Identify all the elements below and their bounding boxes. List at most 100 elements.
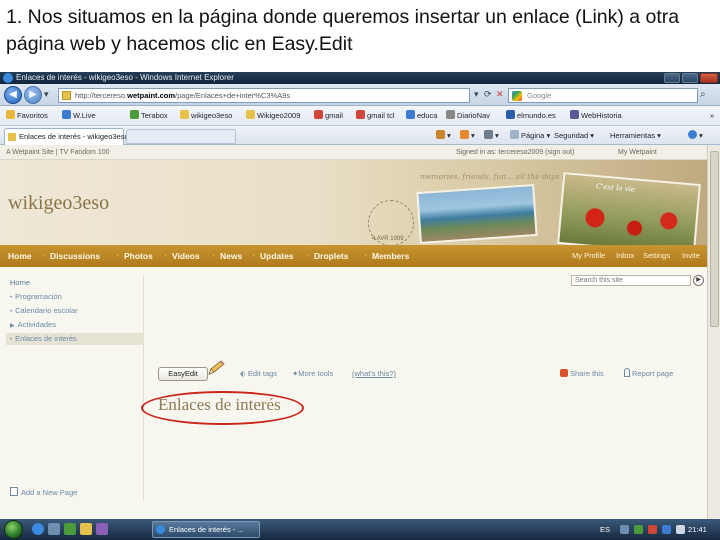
share-this-link[interactable]: Share this <box>560 367 604 381</box>
site-search-input[interactable]: Search this site <box>571 275 691 286</box>
nav-videos[interactable]: Videos <box>172 245 200 267</box>
sidebar-item-home[interactable]: Home <box>10 277 142 289</box>
page-icon <box>62 91 71 100</box>
language-indicator[interactable]: ES <box>600 519 610 540</box>
fav-link[interactable]: elmundo.es <box>506 110 556 122</box>
back-button[interactable]: ◀ <box>4 86 22 104</box>
nav-my-profile[interactable]: My Profile <box>572 245 605 267</box>
window-titlebar: Enlaces de interés - wikigeo3eso - Windo… <box>0 72 720 84</box>
favorites-bar: Favoritos W.Live Terabox wikigeo3eso Wik… <box>0 106 720 126</box>
site-title[interactable]: wikigeo3eso <box>8 192 109 215</box>
annotation-ellipse <box>141 391 304 425</box>
help-button[interactable]: ▾ <box>688 130 703 142</box>
tag-icon: ⬖ <box>240 369 246 378</box>
search-icon[interactable]: ⌕ <box>700 89 706 100</box>
web-search-input[interactable]: Google <box>508 88 698 103</box>
site-search-go-icon[interactable]: ▶ <box>693 275 704 286</box>
whats-this-link[interactable]: (what's this?) <box>352 367 396 381</box>
sidebar-item-programacion[interactable]: • Programación <box>10 291 142 303</box>
screenshot: Enlaces de interés - wikigeo3eso - Windo… <box>0 72 720 540</box>
media-quicklaunch-icon[interactable] <box>96 523 108 535</box>
tools-menu[interactable]: Herramientas ▾ <box>610 130 661 142</box>
show-desktop-icon[interactable] <box>48 523 60 535</box>
site-nav: Home · Discussions · Photos · Videos · N… <box>0 245 707 267</box>
task-label: Enlaces de interés - ... <box>169 525 244 534</box>
tray-icon[interactable] <box>662 525 671 534</box>
report-page-link[interactable]: Report page <box>624 367 673 381</box>
folder-quicklaunch-icon[interactable] <box>80 523 92 535</box>
fav-link[interactable]: WebHistoria <box>570 110 622 122</box>
dropdown-icon[interactable]: ▾ <box>474 89 479 100</box>
nav-invite[interactable]: Invite <box>682 245 700 267</box>
bullet-icon: • <box>10 337 13 343</box>
browser-tab[interactable]: Enlaces de interés - wikigeo3eso <box>4 128 129 145</box>
more-tools-link[interactable]: ✦More tools <box>292 367 333 381</box>
nav-members[interactable]: Members <box>372 245 409 267</box>
page-menu[interactable]: Página ▾ <box>510 130 550 142</box>
feeds-button[interactable]: ▾ <box>460 130 475 142</box>
nav-photos[interactable]: Photos <box>124 245 153 267</box>
nav-news[interactable]: News <box>220 245 242 267</box>
nav-discussions[interactable]: Discussions <box>50 245 100 267</box>
address-toolbar: ◀ ▶ ▾ http://tercereso.wetpaint.com/page… <box>0 84 720 106</box>
sidebar-item-calendario[interactable]: • Calendario escolar <box>10 305 142 317</box>
fav-link[interactable]: Terabox <box>130 110 168 122</box>
easyedit-button[interactable]: EasyEdit <box>158 367 208 381</box>
favorites-button[interactable]: Favoritos <box>6 110 48 122</box>
fav-link[interactable]: DiarioNav <box>446 110 490 122</box>
windows-taskbar: Enlaces de interés - ... ES 21:41 <box>0 519 720 540</box>
scrollbar-thumb[interactable] <box>710 151 719 327</box>
nav-inbox[interactable]: Inbox <box>616 245 634 267</box>
sidebar-item-enlaces[interactable]: • Enlaces de interés <box>6 333 144 345</box>
volume-icon[interactable] <box>676 525 685 534</box>
home-button[interactable]: ▾ <box>436 130 451 142</box>
security-menu[interactable]: Seguridad ▾ <box>554 130 594 142</box>
chevron-right-icon[interactable]: » <box>710 110 714 122</box>
site-search-placeholder: Search this site <box>575 277 623 284</box>
ie-quicklaunch-icon[interactable] <box>32 523 44 535</box>
star-icon <box>6 110 15 119</box>
minimize-button[interactable] <box>664 73 680 83</box>
clock[interactable]: 21:41 <box>688 519 707 540</box>
forward-button[interactable]: ▶ <box>24 86 42 104</box>
print-button[interactable]: ▾ <box>484 130 499 142</box>
address-field[interactable]: http://tercereso.wetpaint.com/page/Enlac… <box>58 88 470 103</box>
stop-icon[interactable]: ✕ <box>496 89 504 100</box>
recent-pages-icon[interactable]: ▾ <box>44 89 49 100</box>
close-button[interactable] <box>700 73 718 83</box>
print-icon <box>484 130 493 139</box>
taskbar-ie-window[interactable]: Enlaces de interés - ... <box>152 521 260 538</box>
nav-updates[interactable]: Updates <box>260 245 294 267</box>
start-button[interactable] <box>4 520 23 539</box>
app-quicklaunch-icon[interactable] <box>64 523 76 535</box>
maximize-button[interactable] <box>682 73 698 83</box>
nav-home[interactable]: Home <box>8 245 32 267</box>
fav-link[interactable]: W.Live <box>62 110 96 122</box>
tray-icon[interactable] <box>634 525 643 534</box>
vertical-scrollbar[interactable] <box>707 145 720 519</box>
triangle-right-icon[interactable]: ▶ <box>10 320 15 332</box>
fav-link[interactable]: gmail tcl <box>356 110 395 122</box>
nav-droplets[interactable]: Droplets <box>314 245 348 267</box>
fav-link[interactable]: gmail <box>314 110 343 122</box>
share-icon <box>560 369 568 377</box>
edit-tags-link[interactable]: ⬖ Edit tags <box>240 367 277 381</box>
home-icon <box>436 130 445 139</box>
my-wetpaint-link[interactable]: My Wetpaint <box>618 145 657 160</box>
sidebar: Home • Programación • Calendario escolar ▶… <box>6 275 144 500</box>
search-placeholder: Google <box>527 91 552 100</box>
fav-link[interactable]: wikigeo3eso <box>180 110 232 122</box>
tab-label: Enlaces de interés - wikigeo3eso <box>19 132 129 141</box>
network-icon[interactable] <box>620 525 629 534</box>
nav-settings[interactable]: Settings <box>643 245 670 267</box>
refresh-icon[interactable]: ⟳ <box>484 89 492 100</box>
new-tab-button[interactable] <box>126 129 236 144</box>
pencil-icon[interactable] <box>206 359 226 377</box>
fav-link[interactable]: educa <box>406 110 437 122</box>
add-page-link[interactable]: Add a New Page <box>10 487 77 499</box>
new-page-icon <box>10 487 18 496</box>
tray-icon[interactable] <box>648 525 657 534</box>
signed-in-text[interactable]: Signed in as: tercereso2009 (sign out) <box>456 145 574 160</box>
fav-link[interactable]: Wikigeo2009 <box>246 110 300 122</box>
sidebar-item-actividades[interactable]: ▶ Actividades <box>10 319 142 331</box>
